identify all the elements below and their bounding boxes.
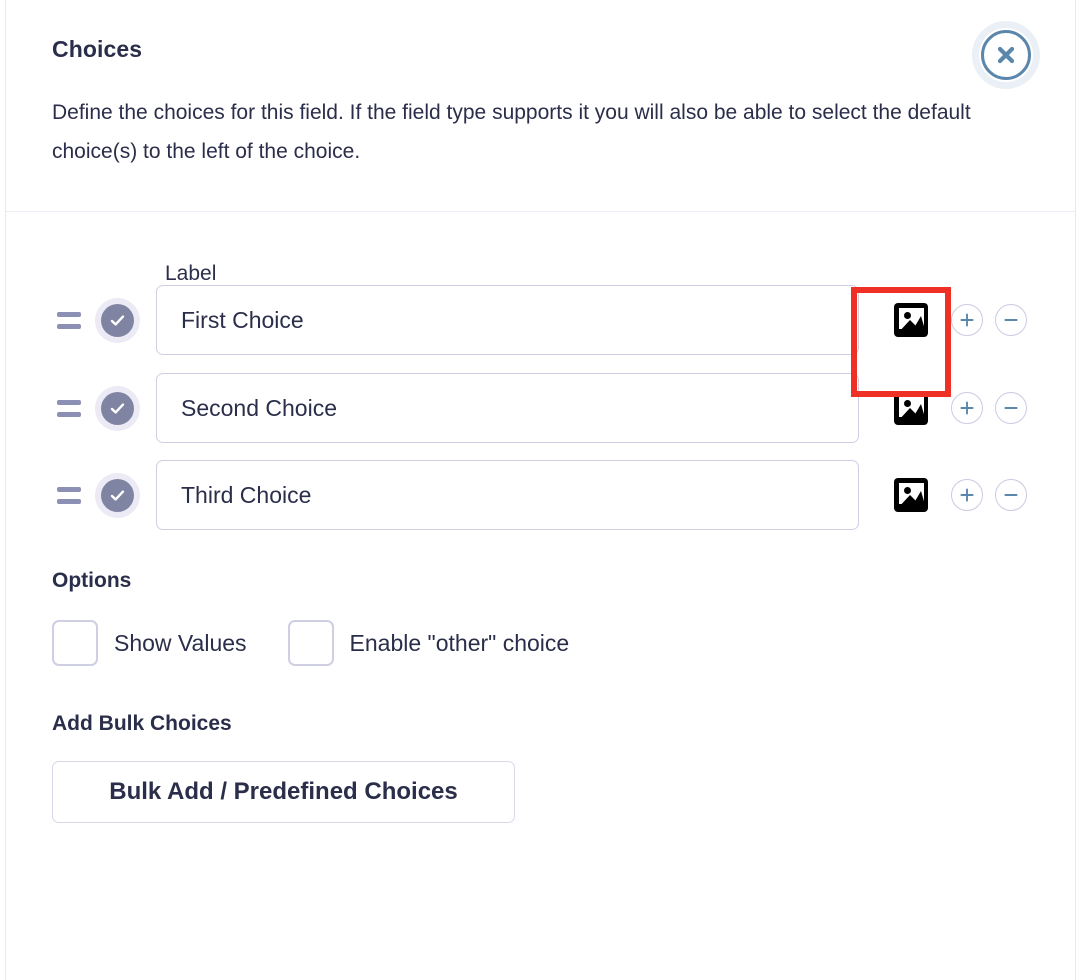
default-choice-checkbox[interactable] bbox=[95, 472, 140, 518]
choice-row bbox=[52, 372, 1029, 444]
enable-other-label: Enable "other" choice bbox=[349, 629, 570, 656]
add-choice-button[interactable] bbox=[951, 304, 983, 336]
minus-icon bbox=[1004, 494, 1018, 496]
show-values-label: Show Values bbox=[114, 629, 247, 656]
image-icon bbox=[894, 303, 928, 337]
check-icon bbox=[101, 478, 134, 512]
show-values-checkbox[interactable] bbox=[52, 620, 98, 666]
remove-choice-button[interactable] bbox=[995, 392, 1027, 424]
close-button[interactable] bbox=[979, 28, 1033, 82]
choice-label-input[interactable] bbox=[156, 460, 859, 530]
bulk-add-button[interactable]: Bulk Add / Predefined Choices bbox=[52, 761, 515, 823]
check-icon bbox=[101, 391, 134, 425]
drag-handle-icon[interactable] bbox=[52, 311, 86, 329]
image-icon bbox=[894, 478, 928, 512]
panel-header: Choices Define the choices for this fiel… bbox=[6, 0, 1075, 212]
option-enable-other: Enable "other" choice bbox=[287, 620, 570, 666]
enable-other-checkbox[interactable] bbox=[287, 620, 334, 666]
option-show-values: Show Values bbox=[52, 620, 247, 666]
remove-choice-button[interactable] bbox=[995, 479, 1027, 511]
default-choice-checkbox[interactable] bbox=[95, 297, 140, 343]
drag-handle-icon[interactable] bbox=[52, 486, 86, 504]
default-choice-checkbox[interactable] bbox=[95, 385, 140, 431]
add-choice-button[interactable] bbox=[951, 392, 983, 424]
choice-label-input[interactable] bbox=[156, 285, 859, 355]
choice-label-input[interactable] bbox=[156, 373, 859, 443]
close-icon bbox=[981, 30, 1031, 80]
choice-row bbox=[52, 284, 1029, 356]
check-icon bbox=[101, 303, 134, 337]
remove-choice-button[interactable] bbox=[995, 304, 1027, 336]
choice-image-button[interactable] bbox=[883, 391, 939, 425]
choice-image-button[interactable] bbox=[883, 303, 939, 337]
options-row: Show Values Enable "other" choice bbox=[52, 620, 1029, 666]
plus-icon bbox=[960, 401, 974, 415]
column-header-label: Label bbox=[165, 262, 217, 285]
options-title: Options bbox=[52, 569, 132, 592]
choices-panel: Choices Define the choices for this fiel… bbox=[5, 0, 1076, 980]
choice-row bbox=[52, 459, 1029, 531]
bulk-title: Add Bulk Choices bbox=[52, 712, 232, 735]
plus-icon bbox=[960, 313, 974, 327]
panel-description: Define the choices for this field. If th… bbox=[52, 101, 971, 163]
plus-icon bbox=[960, 488, 974, 502]
minus-icon bbox=[1004, 407, 1018, 409]
minus-icon bbox=[1004, 319, 1018, 321]
panel-body: Label First Choice Second Choice Third C… bbox=[6, 212, 1075, 823]
drag-handle-icon[interactable] bbox=[52, 399, 86, 417]
choice-image-button[interactable] bbox=[883, 478, 939, 512]
page-title: Choices bbox=[52, 36, 143, 62]
image-icon bbox=[894, 391, 928, 425]
add-choice-button[interactable] bbox=[951, 479, 983, 511]
